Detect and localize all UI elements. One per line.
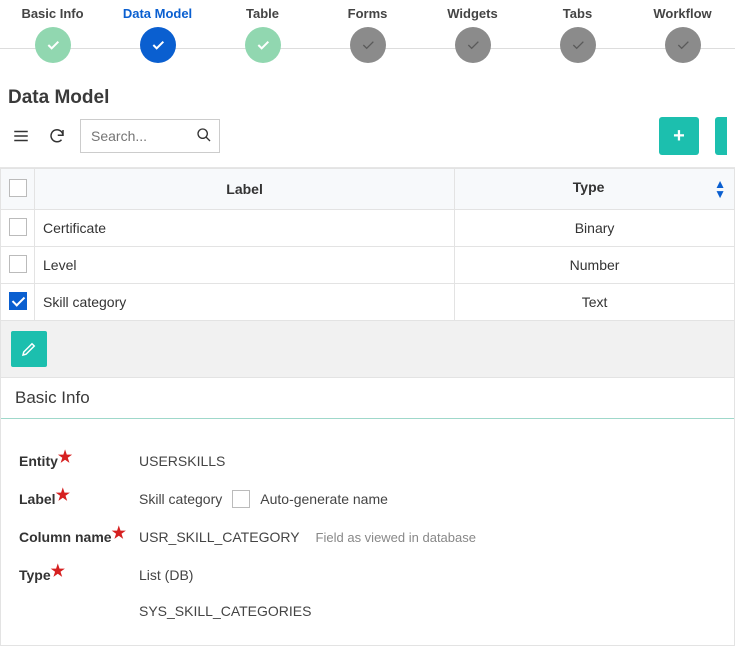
table-row[interactable]: Certificate Binary [1, 210, 735, 247]
refresh-button[interactable] [44, 123, 70, 149]
step-table[interactable]: Table [210, 6, 315, 63]
table-row[interactable]: Skill category Text [1, 284, 735, 321]
table-header-row: Label Type▲▼ [1, 169, 735, 210]
required-icon: ★ [51, 563, 65, 580]
column-label: Column name★ [19, 527, 139, 547]
check-icon [455, 27, 491, 63]
step-basic-info[interactable]: Basic Info [0, 6, 105, 63]
refresh-icon [48, 127, 66, 145]
col-label[interactable]: Label [35, 169, 455, 210]
check-icon [665, 27, 701, 63]
required-icon: ★ [56, 487, 70, 504]
cell-label: Level [35, 247, 455, 284]
type-label: Type★ [19, 565, 139, 585]
cell-type: Binary [455, 210, 735, 247]
sort-icon: ▲▼ [714, 179, 726, 199]
label-value: Skill category [139, 491, 222, 507]
step-forms[interactable]: Forms [315, 6, 420, 63]
step-tabs[interactable]: Tabs [525, 6, 630, 63]
table-row[interactable]: Level Number [1, 247, 735, 284]
list-source-value: SYS_SKILL_CATEGORIES [139, 603, 311, 619]
select-all-checkbox[interactable] [9, 179, 27, 197]
detail-section-title: Basic Info [1, 378, 734, 419]
action-strip [0, 321, 735, 378]
search-icon [196, 127, 212, 146]
entity-label: Entity★ [19, 451, 139, 471]
col-type[interactable]: Type▲▼ [455, 169, 735, 210]
add-button[interactable]: + [659, 117, 699, 155]
column-hint: Field as viewed in database [316, 530, 476, 545]
step-workflow[interactable]: Workflow [630, 6, 735, 63]
cell-type: Text [455, 284, 735, 321]
hamburger-icon [12, 127, 30, 145]
edit-button[interactable] [11, 331, 47, 367]
check-icon [245, 27, 281, 63]
autogen-label: Auto-generate name [260, 491, 388, 507]
row-checkbox[interactable] [9, 255, 27, 273]
row-checkbox[interactable] [9, 292, 27, 310]
type-value: List (DB) [139, 567, 193, 583]
step-widgets[interactable]: Widgets [420, 6, 525, 63]
check-icon [350, 27, 386, 63]
menu-button[interactable] [8, 123, 34, 149]
data-table: Label Type▲▼ Certificate Binary Level Nu… [0, 168, 735, 321]
page-title: Data Model [0, 73, 735, 117]
check-icon [35, 27, 71, 63]
check-icon [560, 27, 596, 63]
detail-panel: Basic Info Entity★ USERSKILLS Label★ Ski… [0, 378, 735, 646]
entity-value: USERSKILLS [139, 453, 225, 469]
check-icon [140, 27, 176, 63]
label-label: Label★ [19, 489, 139, 509]
cell-type: Number [455, 247, 735, 284]
column-value: USR_SKILL_CATEGORY [139, 529, 300, 545]
toolbar: + [0, 117, 735, 168]
cell-label: Skill category [35, 284, 455, 321]
required-icon: ★ [58, 449, 72, 466]
pencil-icon [20, 340, 38, 358]
row-checkbox[interactable] [9, 218, 27, 236]
cell-label: Certificate [35, 210, 455, 247]
wizard-stepper: Basic Info Data Model Table Forms Widget… [0, 0, 735, 73]
secondary-button[interactable] [715, 117, 727, 155]
autogen-checkbox[interactable] [232, 490, 250, 508]
required-icon: ★ [112, 525, 126, 542]
step-data-model[interactable]: Data Model [105, 6, 210, 63]
